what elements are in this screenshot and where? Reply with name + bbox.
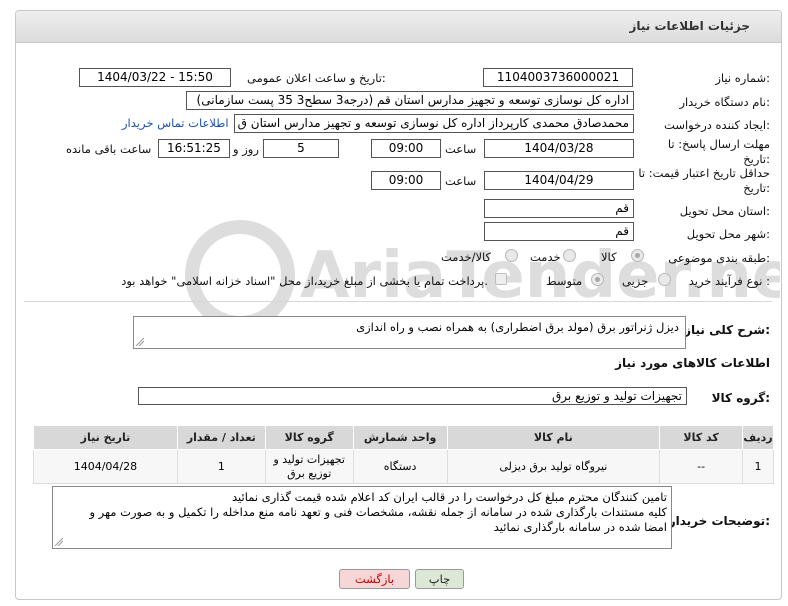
need-number-field: 1104003736000021 xyxy=(483,68,633,87)
requester-field: محمدصادق محمدی کارپرداز اداره کل نوسازی … xyxy=(234,114,634,133)
delivery-province-label: استان محل تحویل: xyxy=(679,204,770,218)
category-option-service: خدمت xyxy=(530,250,561,264)
treasury-payment-checkbox[interactable] xyxy=(495,273,507,285)
col-header-unit: واحد شمارش xyxy=(352,425,448,450)
need-description-label: شرح کلی نیاز: xyxy=(684,323,770,337)
buyer-note-line: تامین کنندگان محترم مبلغ کل درخواست را د… xyxy=(232,490,667,504)
goods-group-field: تجهیزات تولید و توزیع برق xyxy=(138,387,687,405)
col-header-code: کد کالا xyxy=(659,425,744,450)
cell-need-date: 1404/04/28 xyxy=(33,449,178,484)
category-label: طبقه بندی موضوعی: xyxy=(668,251,770,265)
price-validity-label: حداقل تاریخ اعتبار قیمت: تا تاریخ: xyxy=(638,166,770,195)
purchase-option-minor: جزیی xyxy=(622,274,649,288)
category-option-goods: کالا xyxy=(601,250,617,264)
day-and-label: روز و xyxy=(233,142,259,156)
panel-title: جزئیات اطلاعات نیاز xyxy=(629,19,750,33)
category-radio-goods-service[interactable] xyxy=(505,249,518,262)
goods-group-label: گروه کالا: xyxy=(711,391,770,405)
cell-code: -- xyxy=(659,449,744,484)
city-field: قم xyxy=(484,222,634,241)
buyer-notes-box: تامین کنندگان محترم مبلغ کل درخواست را د… xyxy=(52,486,672,549)
buyer-notes-label: توضیحات خریدار: xyxy=(668,514,770,528)
category-radio-goods[interactable] xyxy=(631,249,644,262)
cell-unit: دستگاه xyxy=(352,449,448,484)
buyer-contact-link[interactable]: اطلاعات تماس خریدار xyxy=(122,116,229,130)
buyer-note-line: امضا شده در سامانه بارگذاری نمائید xyxy=(493,520,667,534)
cell-group: تجهیزات تولید و توزیع برق xyxy=(264,449,354,484)
purchase-type-label: نوع فرآیند خرید : xyxy=(688,274,770,288)
table-header-row: ردیف کد کالا نام کالا واحد شمارش گروه کا… xyxy=(33,425,774,450)
col-header-group: گروه کالا xyxy=(264,425,354,450)
col-header-quantity: تعداد / مقدار xyxy=(176,425,266,450)
need-description-text: دیزل ژنراتور برق (مولد برق اضطراری) به ه… xyxy=(356,320,679,334)
remaining-label: ساعت باقی مانده xyxy=(66,142,152,156)
buyer-notes-text: تامین کنندگان محترم مبلغ کل درخواست را د… xyxy=(59,490,667,535)
days-left-field: 5 xyxy=(263,139,339,158)
buyer-org-field: اداره کل نوسازی توسعه و تجهیز مدارس استا… xyxy=(186,91,634,110)
buyer-note-line: کلیه مستندات بارگذاری شده در سامانه از ج… xyxy=(89,505,667,519)
purchase-radio-minor[interactable] xyxy=(658,273,671,286)
print-button[interactable]: چاپ xyxy=(415,569,464,589)
requester-label: ایجاد کننده درخواست: xyxy=(664,118,770,132)
goods-table: ردیف کد کالا نام کالا واحد شمارش گروه کا… xyxy=(33,425,774,484)
resize-handle-icon[interactable] xyxy=(136,338,144,346)
validity-date-field: 1404/04/29 xyxy=(484,171,634,190)
col-header-need-date: تاریخ نیاز xyxy=(33,425,178,450)
payment-note: پرداخت تمام یا بخشی از مبلغ خرید،از محل … xyxy=(121,274,488,288)
need-number-label: شماره نیاز: xyxy=(715,71,770,85)
section-divider xyxy=(24,301,772,302)
category-radio-service[interactable] xyxy=(563,249,576,262)
cell-quantity: 1 xyxy=(176,449,266,484)
time-left-field: 16:51:25 xyxy=(158,139,230,158)
table-row: 1 -- نیروگاه تولید برق دیزلی دستگاه تجهی… xyxy=(33,449,774,484)
announce-datetime-label: تاریخ و ساعت اعلان عمومی: xyxy=(247,71,386,85)
back-button[interactable]: بازگشت xyxy=(339,569,410,589)
col-header-name: نام کالا xyxy=(446,425,661,450)
cell-row-no: 1 xyxy=(742,449,774,484)
resize-handle-icon[interactable] xyxy=(55,538,63,546)
need-description-box: دیزل ژنراتور برق (مولد برق اضطراری) به ه… xyxy=(133,316,686,349)
delivery-city-label: شهر محل تحویل: xyxy=(686,227,770,241)
reply-date-field: 1404/03/28 xyxy=(484,139,634,158)
cell-name: نیروگاه تولید برق دیزلی xyxy=(446,449,661,484)
goods-info-heading: اطلاعات کالاهای مورد نیاز xyxy=(615,356,770,370)
category-option-goods-service: کالا/خدمت xyxy=(441,250,492,264)
purchase-option-medium: متوسط xyxy=(546,274,583,288)
reply-time-label: ساعت xyxy=(445,142,477,156)
province-field: قم xyxy=(484,199,634,218)
validity-time-field: 09:00 xyxy=(371,171,441,190)
reply-deadline-label: مهلت ارسال پاسخ: تا تاریخ: xyxy=(667,137,770,166)
announce-datetime-field: 1404/03/22 - 15:50 xyxy=(79,68,231,87)
buyer-org-label: نام دستگاه خریدار: xyxy=(679,95,770,109)
validity-time-label: ساعت xyxy=(445,174,477,188)
reply-time-field: 09:00 xyxy=(371,139,441,158)
col-header-row-no: ردیف xyxy=(742,425,774,450)
purchase-radio-medium[interactable] xyxy=(591,273,604,286)
